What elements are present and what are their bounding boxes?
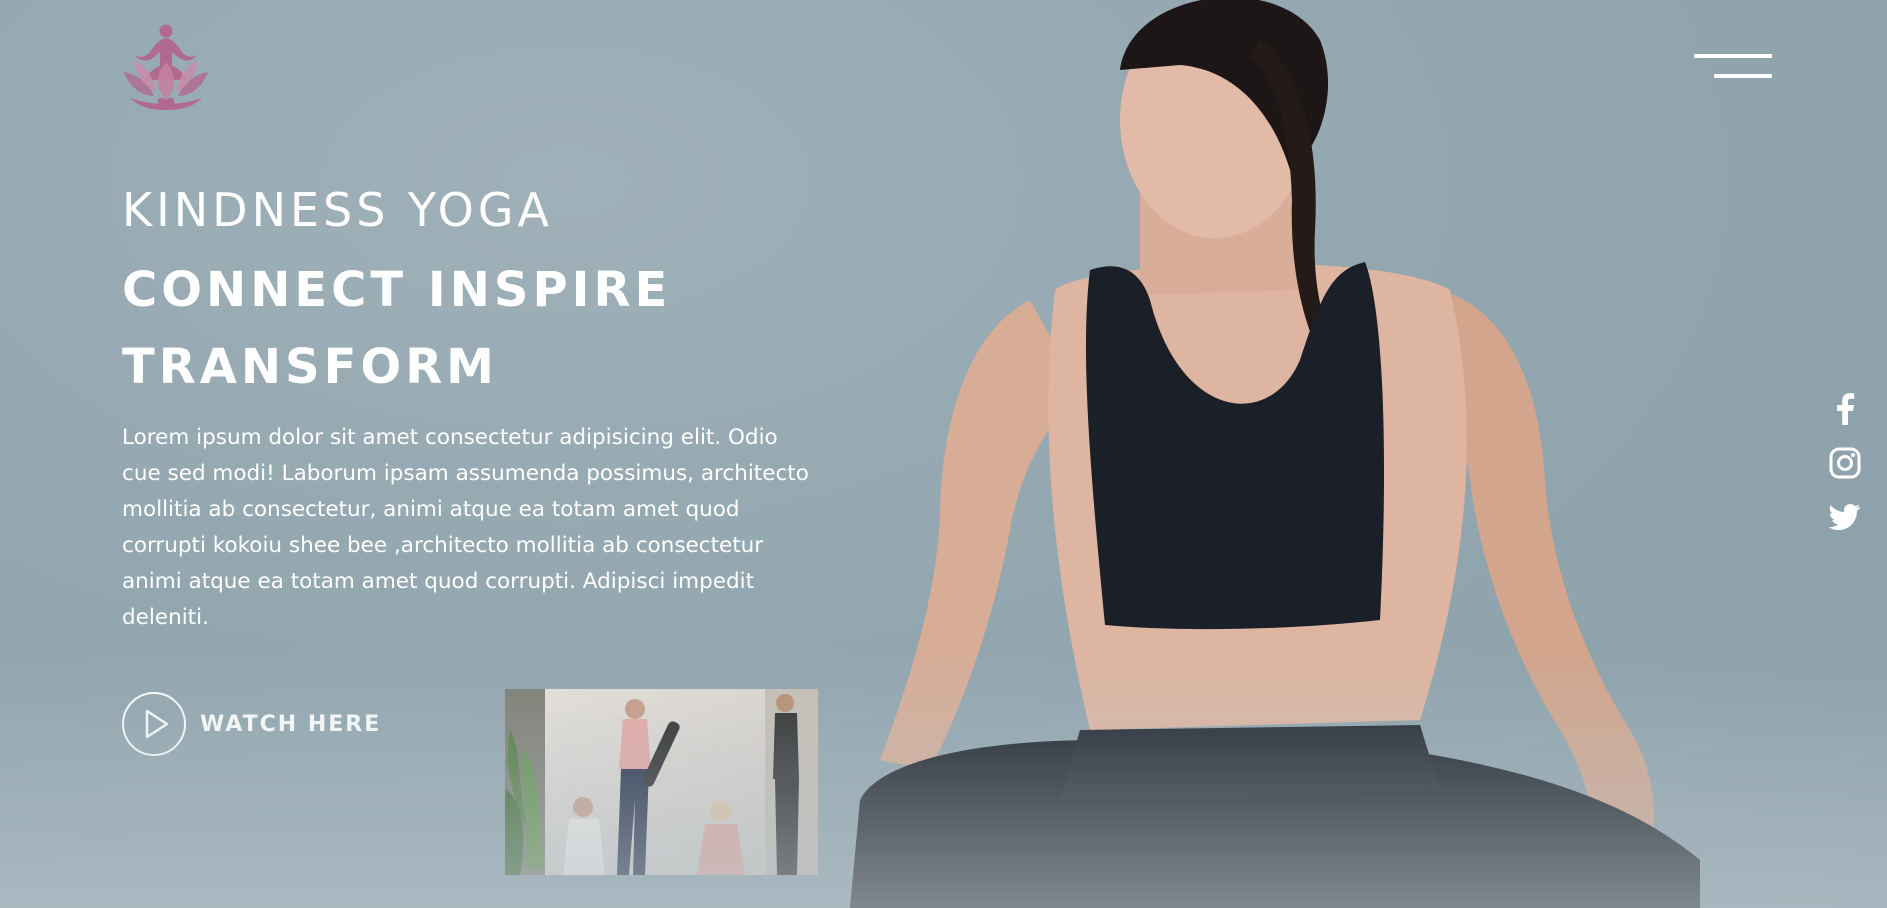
watch-here-label: WATCH HERE xyxy=(200,711,382,737)
menu-bar-top xyxy=(1694,54,1772,58)
brand-name: KINDNESS YOGA xyxy=(122,183,553,237)
hero-section: KINDNESS YOGA CONNECT INSPIRE TRANSFORM … xyxy=(0,0,1887,908)
lotus-logo[interactable] xyxy=(120,22,212,114)
facebook-icon[interactable] xyxy=(1828,392,1862,426)
instagram-icon[interactable] xyxy=(1828,446,1862,480)
menu-bar-bottom xyxy=(1714,74,1772,78)
video-thumbnail[interactable] xyxy=(505,689,818,875)
play-icon[interactable] xyxy=(122,692,186,756)
watch-here-button[interactable]: WATCH HERE xyxy=(122,692,381,756)
twitter-icon[interactable] xyxy=(1828,500,1862,534)
yoga-model-image xyxy=(850,0,1700,908)
headline-line-1: CONNECT INSPIRE xyxy=(122,262,672,318)
headline-line-2: TRANSFORM xyxy=(122,339,498,395)
hero-headline: CONNECT INSPIRE TRANSFORM xyxy=(122,252,842,406)
social-links xyxy=(1828,392,1862,554)
hero-description: Lorem ipsum dolor sit amet consectetur a… xyxy=(122,425,809,630)
hamburger-menu-icon[interactable] xyxy=(1694,54,1772,80)
